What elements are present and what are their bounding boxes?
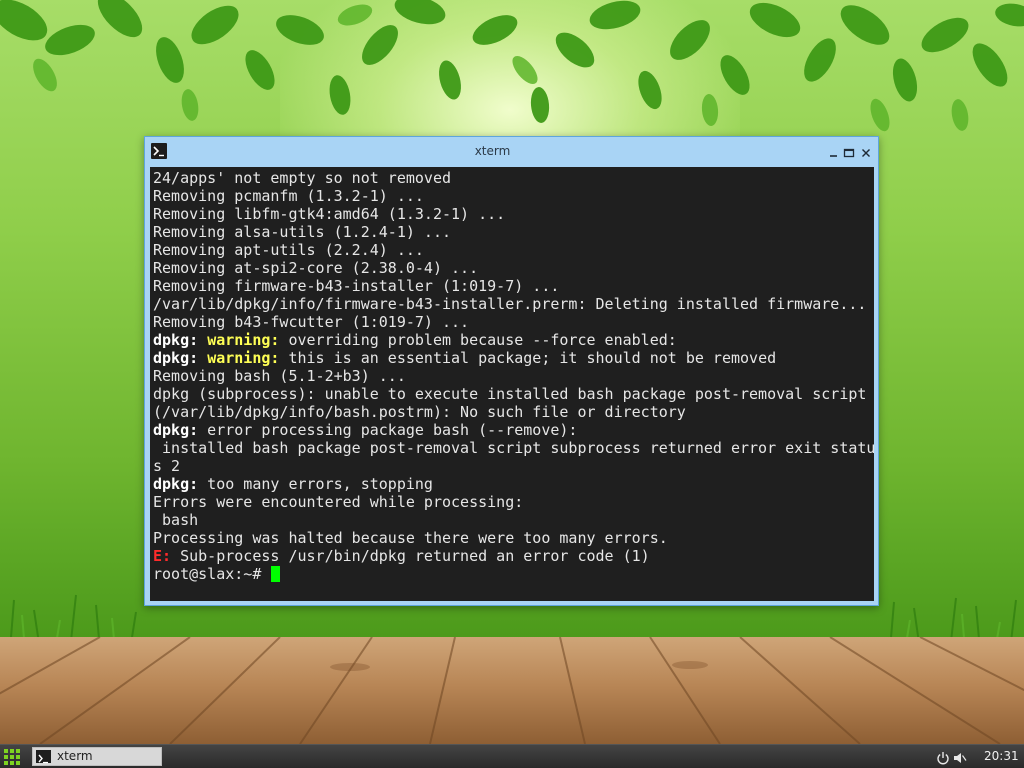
terminal-text: Errors were encountered while processing… — [153, 493, 524, 511]
terminal-line: dpkg: too many errors, stopping — [153, 475, 874, 493]
start-menu-button[interactable] — [4, 749, 20, 765]
terminal-line: Removing alsa-utils (1.2.4-1) ... — [153, 223, 874, 241]
terminal-text: dpkg: — [153, 475, 199, 493]
terminal-line: dpkg: error processing package bash (--r… — [153, 421, 874, 439]
terminal-text: overriding problem because --force enabl… — [279, 331, 677, 349]
desktop: xterm 24/apps' not empty so not removed … — [0, 0, 1024, 768]
terminal-line: s 2 — [153, 457, 874, 475]
terminal-text: Removing bash (5.1-2+b3) ... — [153, 367, 406, 385]
close-icon — [862, 149, 870, 157]
terminal-line: Removing firmware-b43-installer (1:019-7… — [153, 277, 874, 295]
terminal-text: error processing package bash (--remove)… — [198, 421, 578, 439]
terminal-line: /var/lib/dpkg/info/firmware-b43-installe… — [153, 295, 874, 313]
terminal-text: Removing at-spi2-core (2.38.0-4) ... — [153, 259, 479, 277]
terminal-text: dpkg: — [153, 421, 199, 439]
window-titlebar[interactable]: xterm — [145, 137, 878, 167]
terminal-line: dpkg: warning: overriding problem becaus… — [153, 331, 874, 349]
terminal-text: E: — [153, 547, 172, 565]
terminal-line: dpkg: warning: this is an essential pack… — [153, 349, 874, 367]
taskbar-item-label: xterm — [57, 749, 93, 763]
terminal-line: bash — [153, 511, 874, 529]
app-grid-icon — [4, 749, 20, 765]
text-cursor — [271, 566, 281, 582]
shell-prompt: root@slax:~# — [153, 565, 271, 583]
terminal-text: Removing b43-fwcutter (1:019-7) ... — [153, 313, 470, 331]
terminal-line: Removing b43-fwcutter (1:019-7) ... — [153, 313, 874, 331]
terminal-text: Processing was halted because there were… — [153, 529, 668, 547]
terminal-line: 24/apps' not empty so not removed — [153, 169, 874, 187]
terminal-line: Removing libfm-gtk4:amd64 (1.3.2-1) ... — [153, 205, 874, 223]
terminal-text: bash — [153, 511, 199, 529]
minimize-button[interactable] — [827, 145, 841, 159]
terminal-line: Removing pcmanfm (1.3.2-1) ... — [153, 187, 874, 205]
terminal-text: dpkg: — [153, 331, 199, 349]
leaves-decoration — [0, 0, 1024, 132]
taskbar: xterm 20:31 — [0, 744, 1024, 768]
terminal-line: Processing was halted because there were… — [153, 529, 874, 547]
terminal-line: dpkg (subprocess): unable to execute ins… — [153, 385, 874, 403]
terminal-text: dpkg: — [153, 349, 199, 367]
terminal-text: s 2 — [153, 457, 181, 475]
terminal-text: Removing firmware-b43-installer (1:019-7… — [153, 277, 560, 295]
volume-button[interactable] — [953, 750, 967, 764]
taskbar-item-xterm[interactable]: xterm — [32, 747, 162, 766]
power-icon — [937, 752, 949, 765]
terminal-text: (/var/lib/dpkg/info/bash.postrm): No suc… — [153, 403, 686, 421]
terminal-text: Removing pcmanfm (1.3.2-1) ... — [153, 187, 424, 205]
terminal-text: 24/apps' not empty so not removed — [153, 169, 452, 187]
terminal-text: warning: — [207, 331, 280, 349]
maximize-icon — [843, 148, 855, 158]
terminal-line: Errors were encountered while processing… — [153, 493, 874, 511]
maximize-button[interactable] — [842, 145, 856, 159]
terminal-line: Removing at-spi2-core (2.38.0-4) ... — [153, 259, 874, 277]
window-title: xterm — [474, 144, 511, 158]
volume-muted-icon — [954, 753, 967, 763]
terminal-text: Removing libfm-gtk4:amd64 (1.3.2-1) ... — [153, 205, 506, 223]
terminal-text: this is an essential package; it should … — [279, 349, 777, 367]
minimize-icon — [830, 155, 837, 157]
wooden-deck — [0, 637, 1024, 744]
terminal-line: E: Sub-process /usr/bin/dpkg returned an… — [153, 547, 874, 565]
terminal-text: Removing alsa-utils (1.2.4-1) ... — [153, 223, 452, 241]
close-button[interactable] — [859, 145, 873, 159]
prompt-line[interactable]: root@slax:~# — [153, 565, 874, 583]
terminal-output: 24/apps' not empty so not removed Removin… — [153, 169, 874, 583]
terminal-line: Removing bash (5.1-2+b3) ... — [153, 367, 874, 385]
terminal-icon — [36, 750, 51, 764]
terminal-text: warning: — [207, 349, 280, 367]
terminal-line: (/var/lib/dpkg/info/bash.postrm): No suc… — [153, 403, 874, 421]
terminal-text: Sub-process /usr/bin/dpkg returned an er… — [171, 547, 650, 565]
terminal-line: Removing apt-utils (2.2.4) ... — [153, 241, 874, 259]
power-button[interactable] — [936, 750, 950, 765]
terminal-area[interactable]: 24/apps' not empty so not removed Removin… — [150, 167, 874, 601]
terminal-text: too many errors, stopping — [198, 475, 433, 493]
terminal-text: Removing apt-utils (2.2.4) ... — [153, 241, 424, 259]
terminal-text: /var/lib/dpkg/info/firmware-b43-installe… — [153, 295, 867, 313]
terminal-text: installed bash package post-removal scri… — [153, 439, 874, 457]
clock: 20:31 — [984, 749, 1019, 763]
terminal-text: dpkg (subprocess): unable to execute ins… — [153, 385, 867, 403]
terminal-line: installed bash package post-removal scri… — [153, 439, 874, 457]
xterm-window[interactable]: xterm 24/apps' not empty so not removed … — [144, 136, 879, 606]
